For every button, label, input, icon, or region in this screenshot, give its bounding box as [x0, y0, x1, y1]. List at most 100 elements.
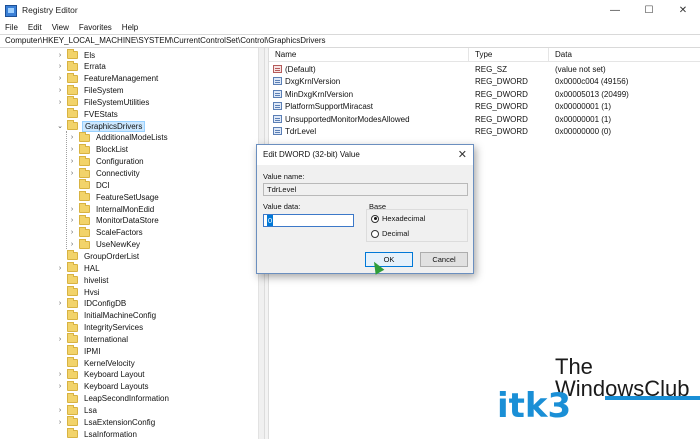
tree-item[interactable]: › ScaleFactors	[68, 226, 145, 239]
value-type-cell: REG_DWORD	[475, 127, 528, 136]
value-data-input[interactable]: 0	[263, 214, 354, 227]
menu-view[interactable]: View	[47, 23, 74, 32]
tree-item-label: InitialMachineConfig	[84, 311, 157, 321]
tree-item[interactable]: FeatureSetUsage	[68, 191, 161, 203]
expand-chevron-icon[interactable]: ›	[56, 407, 64, 414]
close-button[interactable]: ✕	[666, 0, 700, 20]
column-data-header[interactable]: Data	[549, 48, 700, 62]
menu-favorites[interactable]: Favorites	[74, 23, 117, 32]
folder-icon	[67, 428, 78, 439]
tree-item[interactable]: › Keyboard Layout	[56, 368, 147, 381]
tree-item[interactable]: › IDConfigDB	[56, 297, 128, 310]
expand-chevron-icon[interactable]: ›	[56, 87, 64, 94]
decimal-option[interactable]: Decimal	[371, 229, 409, 238]
tree-item[interactable]: FVEStats	[56, 108, 120, 120]
tree-item[interactable]: › Configuration	[68, 155, 146, 168]
tree-item[interactable]: › Lsa	[56, 404, 99, 417]
expand-chevron-icon[interactable]: ›	[56, 52, 64, 59]
expand-chevron-icon[interactable]: ›	[56, 75, 64, 82]
tree-item[interactable]: › International	[56, 333, 130, 345]
tree-item[interactable]: › FileSystemUtilities	[56, 96, 151, 108]
folder-icon	[67, 404, 78, 415]
tree-item-label: Hvsi	[84, 287, 100, 297]
expand-chevron-icon[interactable]: ›	[68, 146, 76, 153]
value-row[interactable]: MinDxgKrnlVersion REG_DWORD 0x00005013 (20…	[269, 89, 700, 101]
tree-item[interactable]: › AdditionalModeLists	[68, 131, 170, 144]
menu-help[interactable]: Help	[117, 23, 143, 32]
expand-chevron-icon[interactable]: ›	[68, 241, 76, 248]
value-name-cell: UnsupportedMonitorModesAllowed	[273, 114, 410, 126]
expand-chevron-icon[interactable]: ›	[56, 265, 64, 272]
tree-item[interactable]: › LsaExtensionConfig	[56, 416, 157, 428]
tree-item[interactable]: › InternalMonEdid	[68, 203, 156, 215]
expand-chevron-icon[interactable]: ›	[68, 217, 76, 224]
value-row[interactable]: (Default) REG_SZ (value not set)	[269, 64, 700, 76]
cancel-button[interactable]: Cancel	[420, 252, 468, 267]
address-bar[interactable]: Computer\HKEY_LOCAL_MACHINE\SYSTEM\Curre…	[0, 34, 700, 48]
expand-chevron-icon[interactable]: ›	[68, 158, 76, 165]
value-type-cell: REG_DWORD	[475, 102, 528, 112]
tree-item[interactable]: › BlockList	[68, 143, 130, 156]
value-name-text: TdrLevel	[285, 127, 317, 136]
tree-item[interactable]: KernelVelocity	[56, 357, 137, 369]
tree-item[interactable]: LeapSecondInformation	[56, 392, 171, 405]
radio-unselected-icon[interactable]	[371, 229, 379, 238]
tree-item[interactable]: › Errata	[56, 60, 108, 73]
menu-bar: File Edit View Favorites Help	[0, 20, 700, 34]
folder-icon	[67, 416, 78, 427]
value-row[interactable]: TdrLevel REG_DWORD 0x00000000 (0)	[269, 126, 700, 138]
expand-chevron-icon[interactable]: ›	[68, 229, 76, 236]
tree-item[interactable]: GroupOrderList	[56, 250, 141, 262]
hexadecimal-option[interactable]: Hexadecimal	[371, 214, 425, 223]
radio-selected-icon[interactable]	[371, 214, 379, 223]
expand-chevron-icon[interactable]: ›	[68, 134, 76, 141]
expand-chevron-icon[interactable]: ›	[56, 63, 64, 70]
value-row[interactable]: UnsupportedMonitorModesAllowed REG_DWORD 0…	[269, 114, 700, 126]
menu-edit[interactable]: Edit	[23, 23, 47, 32]
expand-chevron-icon[interactable]: ›	[56, 419, 64, 426]
tree-item[interactable]: IntegrityServices	[56, 321, 145, 334]
dialog-title-bar: Edit DWORD (32-bit) Value ✕	[257, 145, 473, 165]
tree-item[interactable]: hivelist	[56, 274, 110, 286]
tree-guide-line	[66, 130, 67, 250]
folder-icon	[67, 120, 78, 131]
tree-item[interactable]: InitialMachineConfig	[56, 309, 158, 322]
expand-chevron-icon[interactable]: ›	[56, 300, 64, 307]
tree-item[interactable]: › HAL	[56, 262, 102, 274]
tree-item[interactable]: › MonitorDataStore	[68, 214, 161, 227]
menu-file[interactable]: File	[0, 23, 23, 32]
tree-item[interactable]: › UseNewKey	[68, 238, 142, 251]
dialog-close-icon[interactable]: ✕	[458, 148, 467, 161]
tree-item-label: Errata	[84, 62, 106, 72]
expand-chevron-icon[interactable]: ›	[56, 99, 64, 106]
expand-chevron-icon[interactable]: ›	[68, 206, 76, 213]
tree-item[interactable]: › Connectivity	[68, 167, 142, 180]
column-name-header[interactable]: Name	[269, 48, 469, 62]
tree-item-label: FeatureManagement	[84, 74, 159, 84]
column-type-header[interactable]: Type	[469, 48, 549, 62]
tree-item[interactable]: DCI	[68, 179, 112, 191]
folder-icon	[67, 108, 78, 119]
expand-chevron-icon[interactable]: ›	[56, 371, 64, 378]
registry-tree[interactable]: › Els › Errata › FeatureManagement › FileSystem…	[0, 48, 264, 439]
tree-item[interactable]: Hvsi	[56, 286, 102, 298]
tree-item[interactable]: › Els	[56, 49, 97, 61]
expand-chevron-icon[interactable]: ›	[56, 336, 64, 343]
maximize-button[interactable]: ☐	[632, 0, 666, 20]
decimal-label: Decimal	[382, 229, 410, 238]
tree-item[interactable]: LsaInformation	[56, 428, 139, 439]
tree-item[interactable]: ⌄ GraphicsDrivers	[56, 120, 146, 132]
tree-item-label: GraphicsDrivers	[82, 120, 146, 132]
value-row[interactable]: DxgKrnlVersion REG_DWORD 0x0000c004 (49156…	[269, 76, 700, 88]
tree-item[interactable]: IPMI	[56, 345, 102, 357]
tree-item[interactable]: › FileSystem	[56, 84, 126, 97]
value-row[interactable]: PlatformSupportMiracast REG_DWORD 0x000000…	[269, 101, 700, 113]
expand-chevron-icon[interactable]: ›	[68, 170, 76, 177]
expand-chevron-icon[interactable]: ⌄	[56, 122, 64, 130]
expand-chevron-icon[interactable]: ›	[56, 383, 64, 390]
value-data-cell: (value not set)	[555, 65, 606, 74]
folder-icon	[67, 321, 78, 332]
tree-item[interactable]: › Keyboard Layouts	[56, 380, 151, 393]
minimize-button[interactable]: —	[598, 0, 632, 20]
tree-item[interactable]: › FeatureManagement	[56, 72, 160, 85]
